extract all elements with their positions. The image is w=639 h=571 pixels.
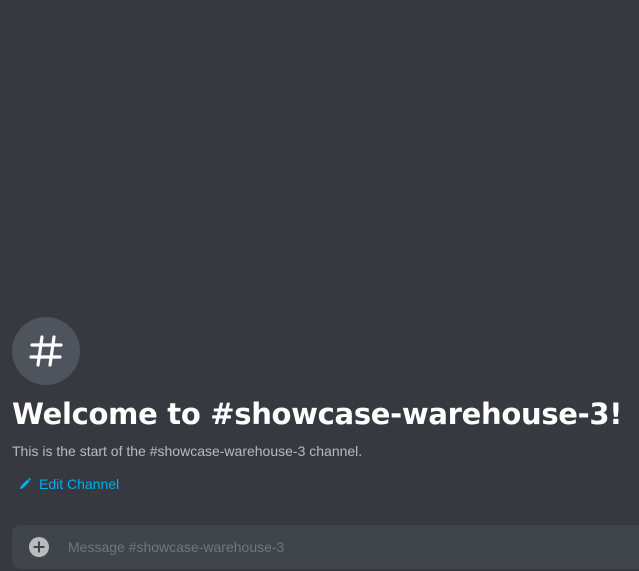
welcome-title: Welcome to #showcase-warehouse-3! [12, 397, 623, 431]
channel-avatar [12, 317, 80, 385]
plus-circle-icon [29, 537, 49, 557]
edit-channel-button[interactable]: Edit Channel [18, 474, 119, 494]
hashtag-icon [29, 335, 63, 367]
welcome-description: This is the start of the #showcase-wareh… [12, 443, 363, 459]
attach-button[interactable] [28, 525, 68, 569]
pencil-icon [20, 477, 32, 489]
chat-view: Welcome to #showcase-warehouse-3! This i… [0, 0, 639, 571]
message-composer [12, 525, 639, 569]
edit-channel-label: Edit Channel [39, 476, 120, 492]
message-input[interactable] [68, 525, 639, 569]
